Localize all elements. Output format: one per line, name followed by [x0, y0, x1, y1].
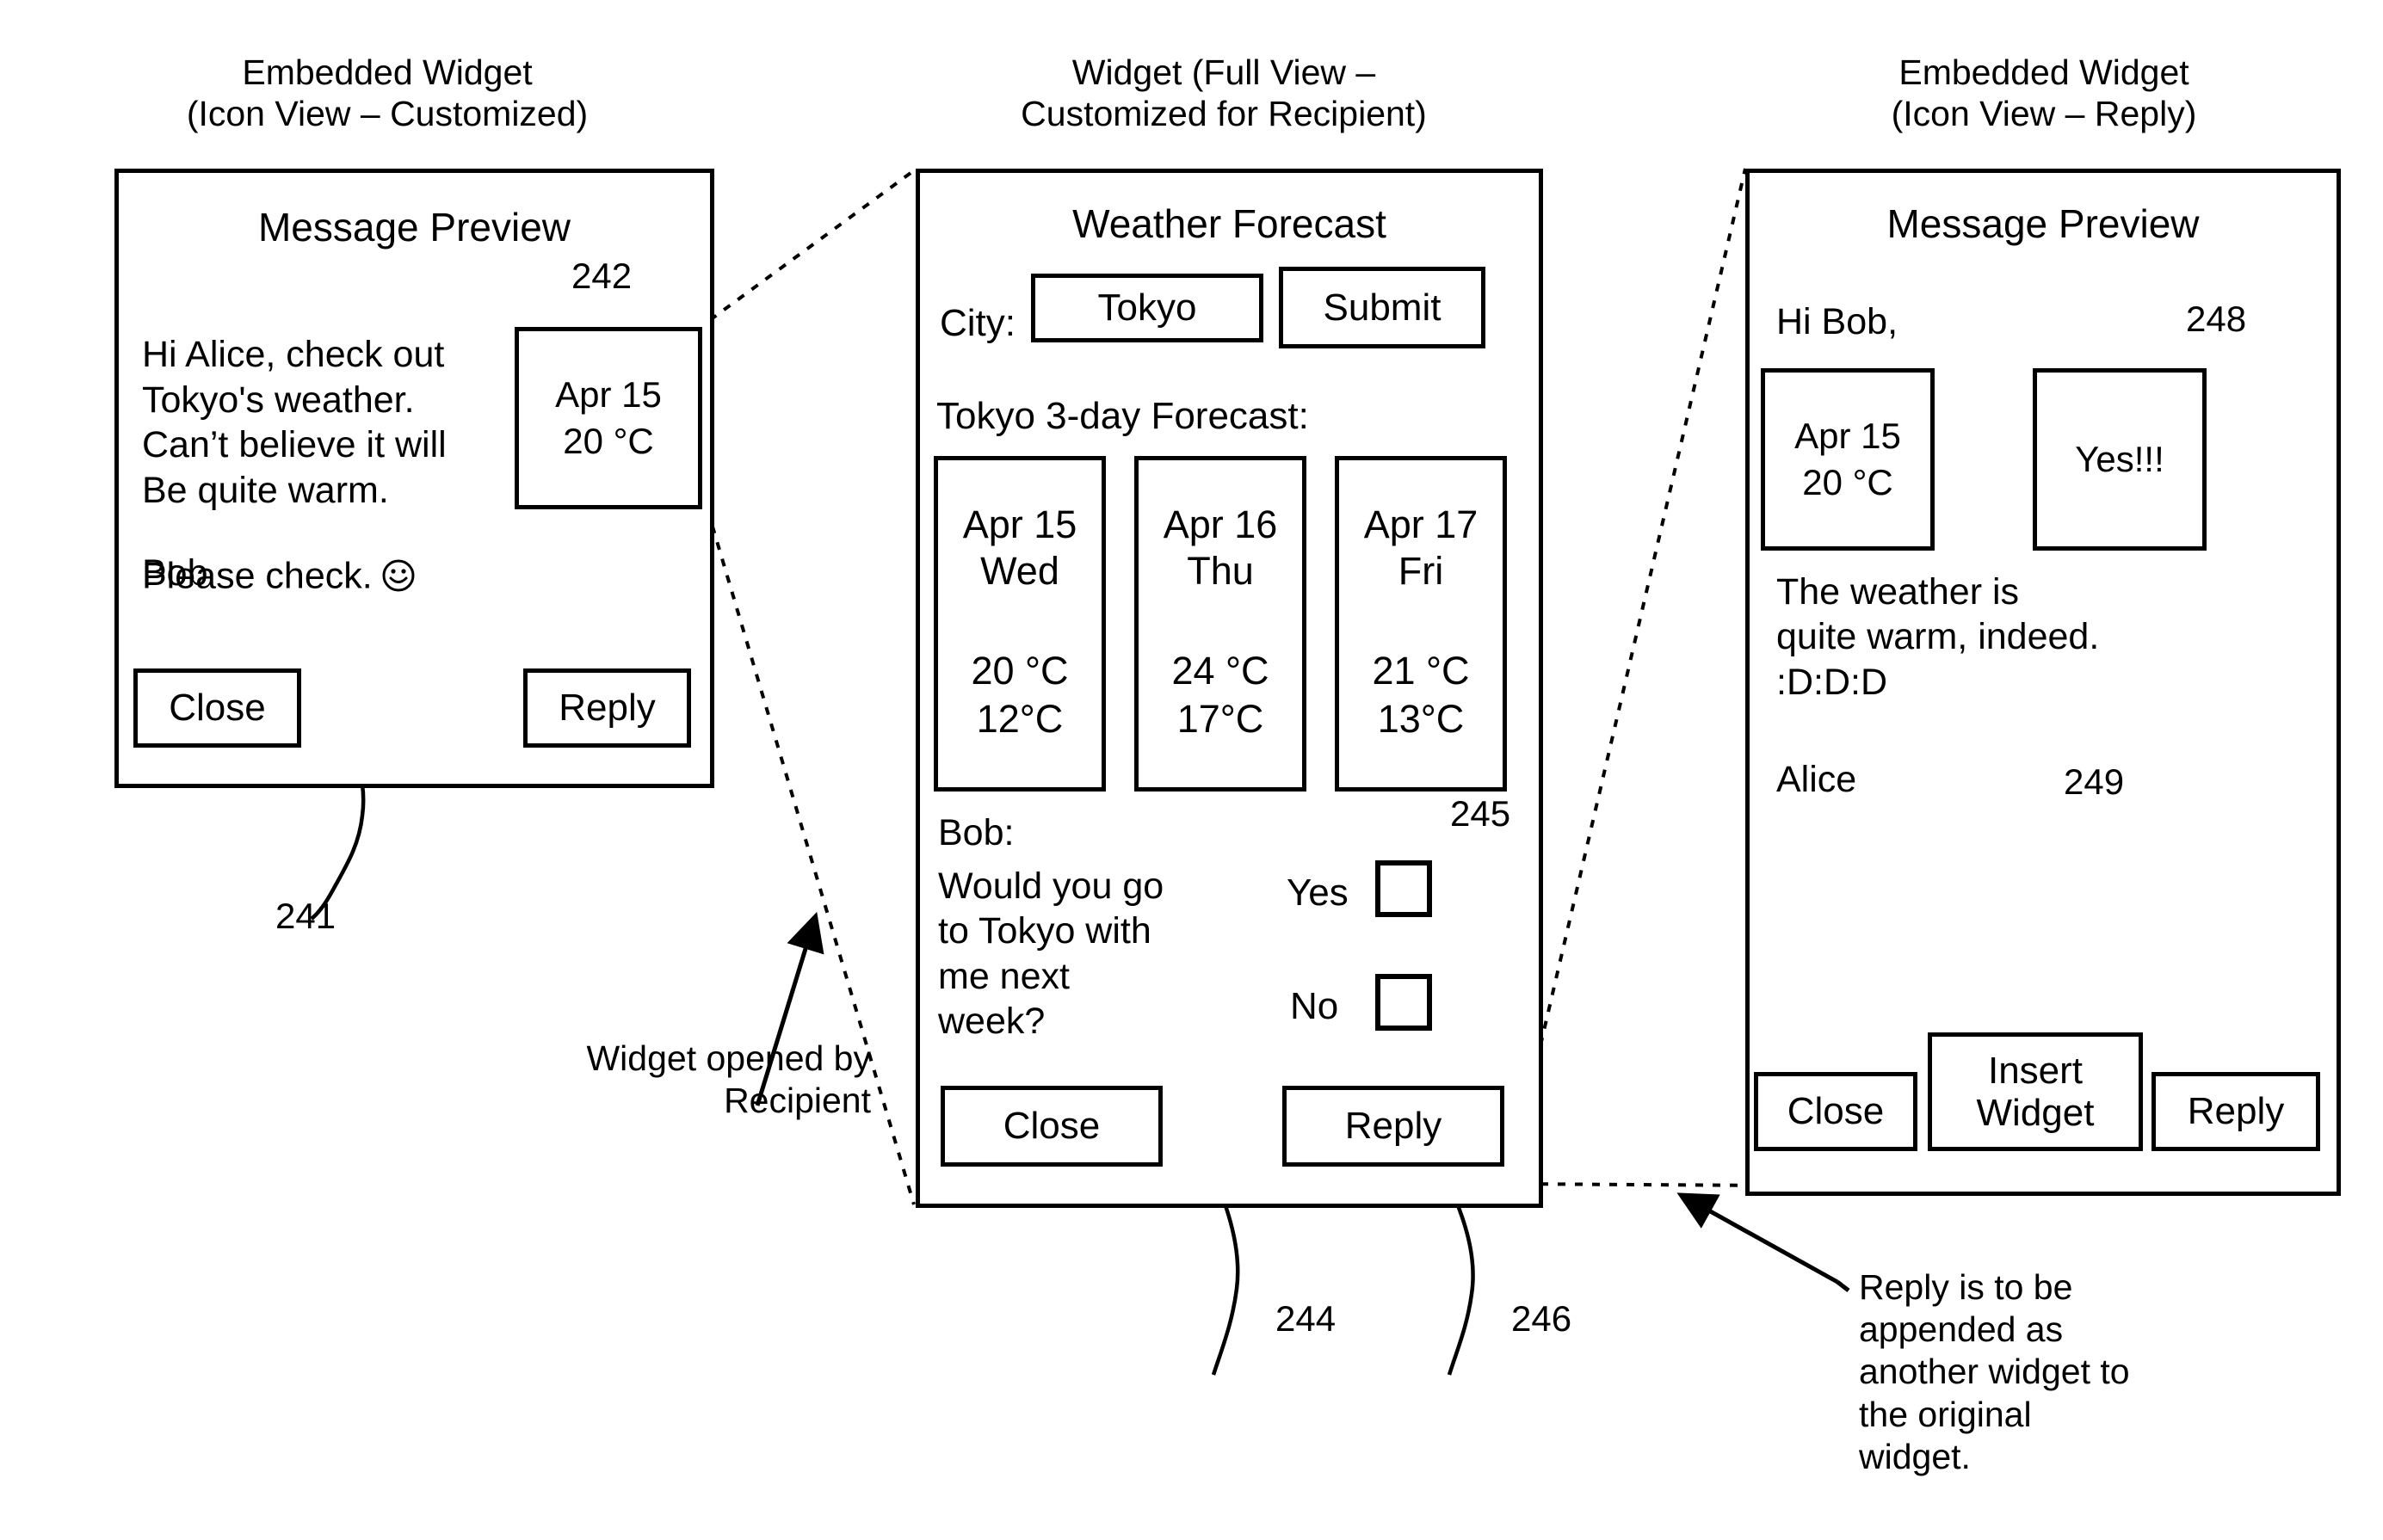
right-panel-caption: Embedded Widget (Icon View – Reply): [1891, 52, 2197, 134]
poll-yes-checkbox[interactable]: [1375, 860, 1432, 917]
right-widget-icon-temp: 20 °C: [1802, 462, 1893, 502]
right-greeting: Hi Bob,: [1776, 301, 1898, 342]
left-embedded-widget-icon[interactable]: Apr 15 20 °C: [515, 327, 702, 509]
forecast-card-low: 17°C: [1176, 697, 1264, 741]
forecast-card-low: 12°C: [976, 697, 1064, 741]
left-reply-button[interactable]: Reply: [523, 668, 691, 748]
left-panel-title: Message Preview: [257, 205, 571, 249]
center-panel-caption: Widget (Full View – Customized for Recip…: [1021, 52, 1427, 134]
forecast-card-high: 20 °C: [971, 649, 1069, 693]
right-insert-widget-button[interactable]: Insert Widget: [1928, 1032, 2143, 1151]
left-widget-icon-temp: 20 °C: [563, 421, 654, 461]
forecast-card-date: Apr 16: [1163, 502, 1278, 546]
forecast-card-high: 21 °C: [1372, 649, 1470, 693]
city-input[interactable]: Tokyo: [1031, 274, 1263, 342]
right-embedded-widget-icon[interactable]: Apr 15 20 °C: [1761, 368, 1935, 551]
ref-245: 245: [1450, 793, 1511, 834]
poll-author: Bob:: [938, 812, 1015, 853]
forecast-card: Apr 17 Fri 21 °C 13°C: [1335, 456, 1507, 792]
ref-248: 248: [2186, 299, 2247, 339]
diagram-canvas: Embedded Widget (Icon View – Customized)…: [0, 0, 2383, 1540]
left-widget-icon-date: Apr 15: [555, 374, 662, 416]
right-reply-widget-icon[interactable]: Yes!!!: [2033, 368, 2207, 551]
forecast-card-weekday: Wed: [980, 549, 1059, 593]
annotation-arrow-reply-appended: [1676, 1192, 1839, 1284]
smiley-icon: [381, 513, 417, 592]
poll-question: Would you go to Tokyo with me next week?: [938, 865, 1164, 1043]
ref-241: 241: [275, 896, 336, 936]
ref-246: 246: [1511, 1298, 1572, 1339]
forecast-card-weekday: Thu: [1187, 549, 1254, 593]
poll-no-checkbox[interactable]: [1375, 974, 1432, 1031]
forecast-card-date: Apr 17: [1363, 502, 1479, 546]
left-close-button[interactable]: Close: [133, 668, 301, 748]
left-panel-caption: Embedded Widget (Icon View – Customized): [186, 52, 589, 134]
submit-button[interactable]: Submit: [1279, 267, 1485, 348]
center-reply-button[interactable]: Reply: [1282, 1086, 1504, 1167]
right-message-body: The weather is quite warm, indeed. :D:D:…: [1776, 571, 2100, 703]
right-close-button[interactable]: Close: [1754, 1072, 1917, 1151]
right-message-signature: Alice: [1776, 759, 1857, 800]
annotation-widget-opened: Widget opened by Recipient: [586, 1038, 871, 1121]
right-reply-button[interactable]: Reply: [2151, 1072, 2320, 1151]
forecast-heading: Tokyo 3-day Forecast:: [936, 395, 1309, 437]
forecast-card-high: 24 °C: [1171, 649, 1269, 693]
ref-242: 242: [571, 256, 633, 296]
poll-no-label: No: [1290, 985, 1339, 1027]
forecast-card-weekday: Fri: [1398, 549, 1444, 593]
expansion-line-right-top: [1539, 168, 1747, 1046]
center-close-button[interactable]: Close: [941, 1086, 1163, 1167]
city-label: City:: [940, 302, 1016, 344]
forecast-card: Apr 16 Thu 24 °C 17°C: [1134, 456, 1306, 792]
ref-249: 249: [2064, 761, 2125, 802]
right-panel-title: Message Preview: [1886, 201, 2200, 246]
annotation-reply-appended: Reply is to be appended as another widge…: [1859, 1267, 2130, 1476]
poll-yes-label: Yes: [1287, 872, 1349, 914]
right-widget-icon-date: Apr 15: [1794, 416, 1901, 457]
right-reply-icon-text: Yes!!!: [2075, 439, 2164, 480]
expansion-line-top: [708, 167, 918, 322]
forecast-card: Apr 15 Wed 20 °C 12°C: [934, 456, 1106, 792]
forecast-card-date: Apr 15: [962, 502, 1077, 546]
left-message-signature: Bob: [142, 552, 208, 594]
annotation-leader-reply-appended: [1836, 1280, 1850, 1292]
center-panel-title: Weather Forecast: [1072, 201, 1386, 246]
ref-244: 244: [1275, 1298, 1337, 1339]
forecast-card-low: 13°C: [1377, 697, 1465, 741]
